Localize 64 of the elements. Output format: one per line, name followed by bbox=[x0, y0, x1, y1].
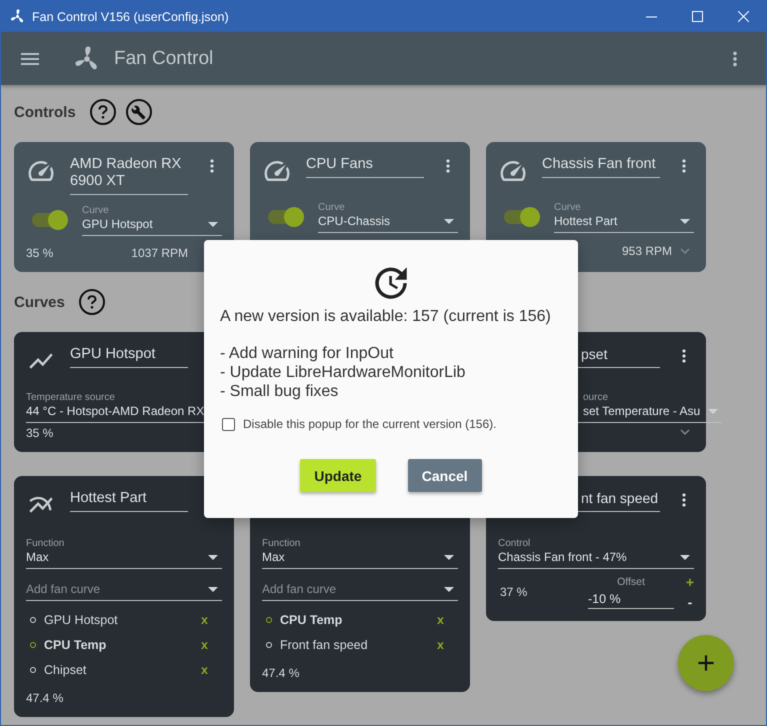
name-field[interactable]: Hottest Part bbox=[70, 488, 188, 512]
curve-dropdown[interactable]: Curve Hottest Part bbox=[554, 200, 694, 233]
caret-icon bbox=[708, 409, 718, 414]
remove-button[interactable]: x bbox=[201, 638, 208, 652]
change-item: - Update LibreHardwareMonitorLib bbox=[220, 363, 466, 382]
checkbox[interactable] bbox=[222, 418, 235, 430]
decrement-button[interactable]: - bbox=[688, 595, 692, 609]
curve-dropdown[interactable]: Curve CPU-Chassis bbox=[318, 200, 458, 233]
name-field[interactable]: Chassis Fan front bbox=[542, 154, 660, 178]
percent-text: 47.4 % bbox=[262, 666, 300, 680]
update-button[interactable]: Update bbox=[300, 459, 376, 492]
caret-icon bbox=[680, 555, 690, 560]
caret-icon bbox=[444, 587, 454, 592]
offset-field[interactable]: Offset -10 % bbox=[588, 576, 674, 608]
fan-icon bbox=[9, 8, 26, 25]
bullet-icon bbox=[30, 642, 36, 648]
remove-button[interactable]: x bbox=[201, 663, 208, 677]
percent-text: 47.4 % bbox=[26, 691, 64, 705]
function-dropdown[interactable]: Function Max bbox=[26, 536, 222, 569]
remove-button[interactable]: x bbox=[437, 613, 444, 627]
caret-icon bbox=[208, 587, 218, 592]
add-curve-dropdown[interactable]: Add fan curve bbox=[26, 577, 222, 601]
curve-item: Chipset x bbox=[26, 661, 222, 679]
caret-icon bbox=[444, 219, 454, 224]
rpm-text: 953 RPM bbox=[622, 244, 672, 258]
caret-icon bbox=[680, 219, 690, 224]
increment-button[interactable]: + bbox=[686, 575, 694, 589]
bullet-icon bbox=[266, 617, 272, 623]
checkbox-label: Disable this popup for the current version (156). bbox=[243, 417, 496, 431]
maximize-icon bbox=[692, 11, 702, 22]
curve-dropdown[interactable]: Curve GPU Hotspot bbox=[82, 203, 222, 236]
section-title: Controls bbox=[14, 104, 76, 120]
curve-item: GPU Hotspot x bbox=[26, 611, 222, 629]
control-dropdown[interactable]: Control Chassis Fan front - 47% bbox=[498, 536, 694, 569]
name-field[interactable]: AMD Radeon RX 6900 XT bbox=[70, 154, 188, 195]
name-field[interactable]: GPU Hotspot bbox=[70, 344, 188, 368]
wrench-icon[interactable] bbox=[126, 99, 152, 125]
percent-text: 37 % bbox=[499, 585, 528, 599]
caret-icon bbox=[208, 222, 218, 227]
cancel-button[interactable]: Cancel bbox=[408, 459, 482, 492]
section-title: Curves bbox=[14, 294, 65, 310]
caret-icon bbox=[208, 555, 218, 560]
caret-icon bbox=[444, 555, 454, 560]
help-icon[interactable] bbox=[90, 99, 116, 125]
help-icon[interactable] bbox=[78, 289, 105, 315]
app-title: Fan Control bbox=[114, 48, 214, 70]
change-item: - Add warning for InpOut bbox=[220, 344, 394, 363]
percent-text: 35 % bbox=[26, 246, 54, 260]
window-title: Fan Control V156 (userConfig.json) bbox=[32, 10, 229, 24]
bullet-icon bbox=[30, 617, 36, 623]
curve-item: CPU Temp x bbox=[262, 611, 458, 629]
bullet-icon bbox=[266, 642, 272, 648]
curve-item: CPU Temp x bbox=[26, 636, 222, 654]
remove-button[interactable]: x bbox=[437, 638, 444, 652]
close-icon bbox=[738, 11, 748, 22]
curve-item: Front fan speed x bbox=[262, 636, 458, 654]
dialog-message: A new version is available: 157 (current is 156) bbox=[220, 308, 552, 326]
rpm-text: 1037 RPM bbox=[131, 246, 188, 260]
percent-text: 35 % bbox=[26, 426, 54, 440]
remove-button[interactable]: x bbox=[201, 613, 208, 627]
name-field[interactable]: CPU Fans bbox=[306, 154, 424, 178]
bullet-icon bbox=[30, 667, 36, 673]
function-dropdown[interactable]: Function Max bbox=[262, 536, 458, 569]
add-curve-dropdown[interactable]: Add fan curve bbox=[262, 577, 458, 601]
